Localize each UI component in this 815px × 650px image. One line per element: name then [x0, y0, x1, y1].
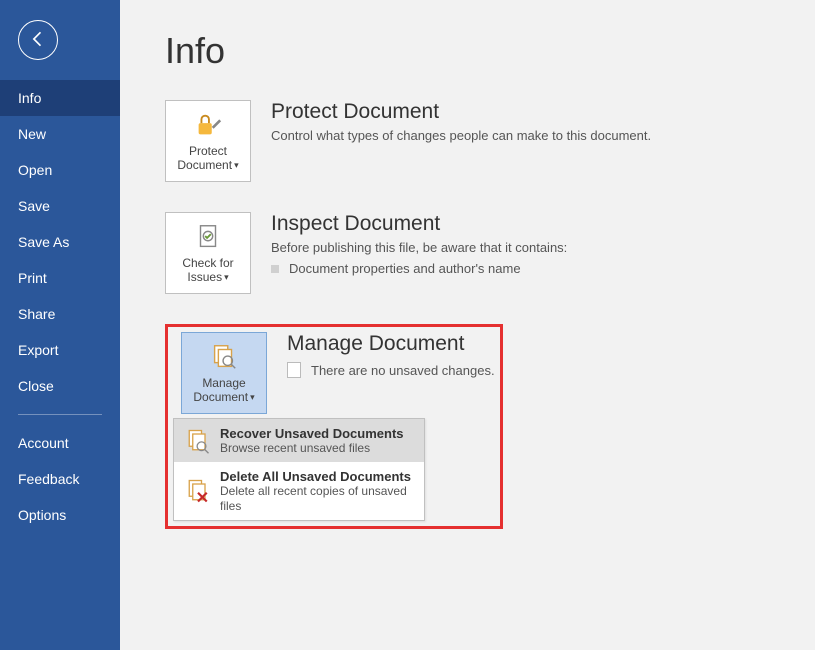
sidebar-item-label: Save — [18, 198, 50, 214]
sidebar-item-label: Close — [18, 378, 54, 394]
manage-document-button[interactable]: Manage Document▾ — [181, 332, 267, 414]
sidebar-item-label: Feedback — [18, 471, 79, 487]
sidebar-item-label: Export — [18, 342, 58, 358]
manage-highlight: Manage Document▾ Manage Document There a… — [165, 324, 503, 529]
sidebar-item-new[interactable]: New — [0, 116, 120, 152]
manage-dropdown-menu: Recover Unsaved Documents Browse recent … — [173, 418, 425, 521]
chevron-down-icon: ▾ — [224, 272, 229, 282]
tile-label: Protect Document▾ — [166, 144, 250, 173]
sidebar-item-share[interactable]: Share — [0, 296, 120, 332]
section-heading: Protect Document — [271, 100, 651, 124]
chevron-down-icon: ▾ — [234, 160, 239, 170]
sidebar-item-label: Account — [18, 435, 69, 451]
sidebar-item-close[interactable]: Close — [0, 368, 120, 404]
sidebar-item-label: New — [18, 126, 46, 142]
sidebar-item-feedback[interactable]: Feedback — [0, 461, 120, 497]
sidebar-item-save-as[interactable]: Save As — [0, 224, 120, 260]
back-button[interactable] — [18, 20, 58, 60]
main-panel: Info Protect Document▾ Protect Document … — [120, 0, 815, 650]
manage-status-row: There are no unsaved changes. — [287, 362, 495, 378]
check-for-issues-button[interactable]: Check for Issues▾ — [165, 212, 251, 294]
menu-item-title: Recover Unsaved Documents — [220, 426, 404, 441]
sidebar-item-export[interactable]: Export — [0, 332, 120, 368]
bullet-icon — [271, 265, 279, 273]
section-heading: Manage Document — [287, 332, 495, 356]
tile-label: Check for Issues▾ — [166, 256, 250, 285]
protect-body: Protect Document Control what types of c… — [271, 100, 651, 143]
section-heading: Inspect Document — [271, 212, 567, 236]
lock-key-icon — [193, 110, 223, 140]
document-check-icon — [193, 222, 223, 252]
document-icon — [287, 362, 301, 378]
tile-label: Manage Document▾ — [182, 376, 266, 405]
menu-item-desc: Browse recent unsaved files — [220, 441, 404, 455]
arrow-left-icon — [28, 29, 48, 52]
inspect-bullet: Document properties and author's name — [271, 261, 567, 276]
sidebar-item-options[interactable]: Options — [0, 497, 120, 533]
manage-section: Manage Document▾ Manage Document There a… — [173, 332, 495, 414]
chevron-down-icon: ▾ — [250, 392, 255, 402]
bullet-text: Document properties and author's name — [289, 261, 521, 276]
sidebar-divider — [18, 414, 102, 415]
sidebar-item-print[interactable]: Print — [0, 260, 120, 296]
protect-section: Protect Document▾ Protect Document Contr… — [165, 100, 775, 182]
document-delete-icon — [184, 477, 212, 505]
menu-item-delete-unsaved[interactable]: Delete All Unsaved Documents Delete all … — [174, 462, 424, 520]
backstage-sidebar: Info New Open Save Save As Print Share E… — [0, 0, 120, 650]
sidebar-item-label: Save As — [18, 234, 69, 250]
sidebar-item-label: Open — [18, 162, 52, 178]
sidebar-item-label: Options — [18, 507, 66, 523]
document-manage-icon — [209, 342, 239, 372]
sidebar-item-label: Info — [18, 90, 41, 106]
manage-body: Manage Document There are no unsaved cha… — [287, 332, 495, 378]
protect-document-button[interactable]: Protect Document▾ — [165, 100, 251, 182]
status-text: There are no unsaved changes. — [311, 363, 495, 378]
section-desc: Before publishing this file, be aware th… — [271, 240, 567, 255]
sidebar-item-save[interactable]: Save — [0, 188, 120, 224]
menu-item-title: Delete All Unsaved Documents — [220, 469, 414, 484]
section-desc: Control what types of changes people can… — [271, 128, 651, 143]
sidebar-item-label: Print — [18, 270, 47, 286]
inspect-body: Inspect Document Before publishing this … — [271, 212, 567, 276]
inspect-section: Check for Issues▾ Inspect Document Befor… — [165, 212, 775, 294]
menu-item-text: Delete All Unsaved Documents Delete all … — [220, 469, 414, 513]
page-title: Info — [165, 30, 775, 72]
document-recover-icon — [184, 427, 212, 455]
sidebar-item-open[interactable]: Open — [0, 152, 120, 188]
sidebar-item-account[interactable]: Account — [0, 425, 120, 461]
menu-item-recover[interactable]: Recover Unsaved Documents Browse recent … — [174, 419, 424, 462]
menu-item-desc: Delete all recent copies of unsaved file… — [220, 484, 414, 513]
menu-item-text: Recover Unsaved Documents Browse recent … — [220, 426, 404, 455]
sidebar-item-info[interactable]: Info — [0, 80, 120, 116]
sidebar-item-label: Share — [18, 306, 55, 322]
